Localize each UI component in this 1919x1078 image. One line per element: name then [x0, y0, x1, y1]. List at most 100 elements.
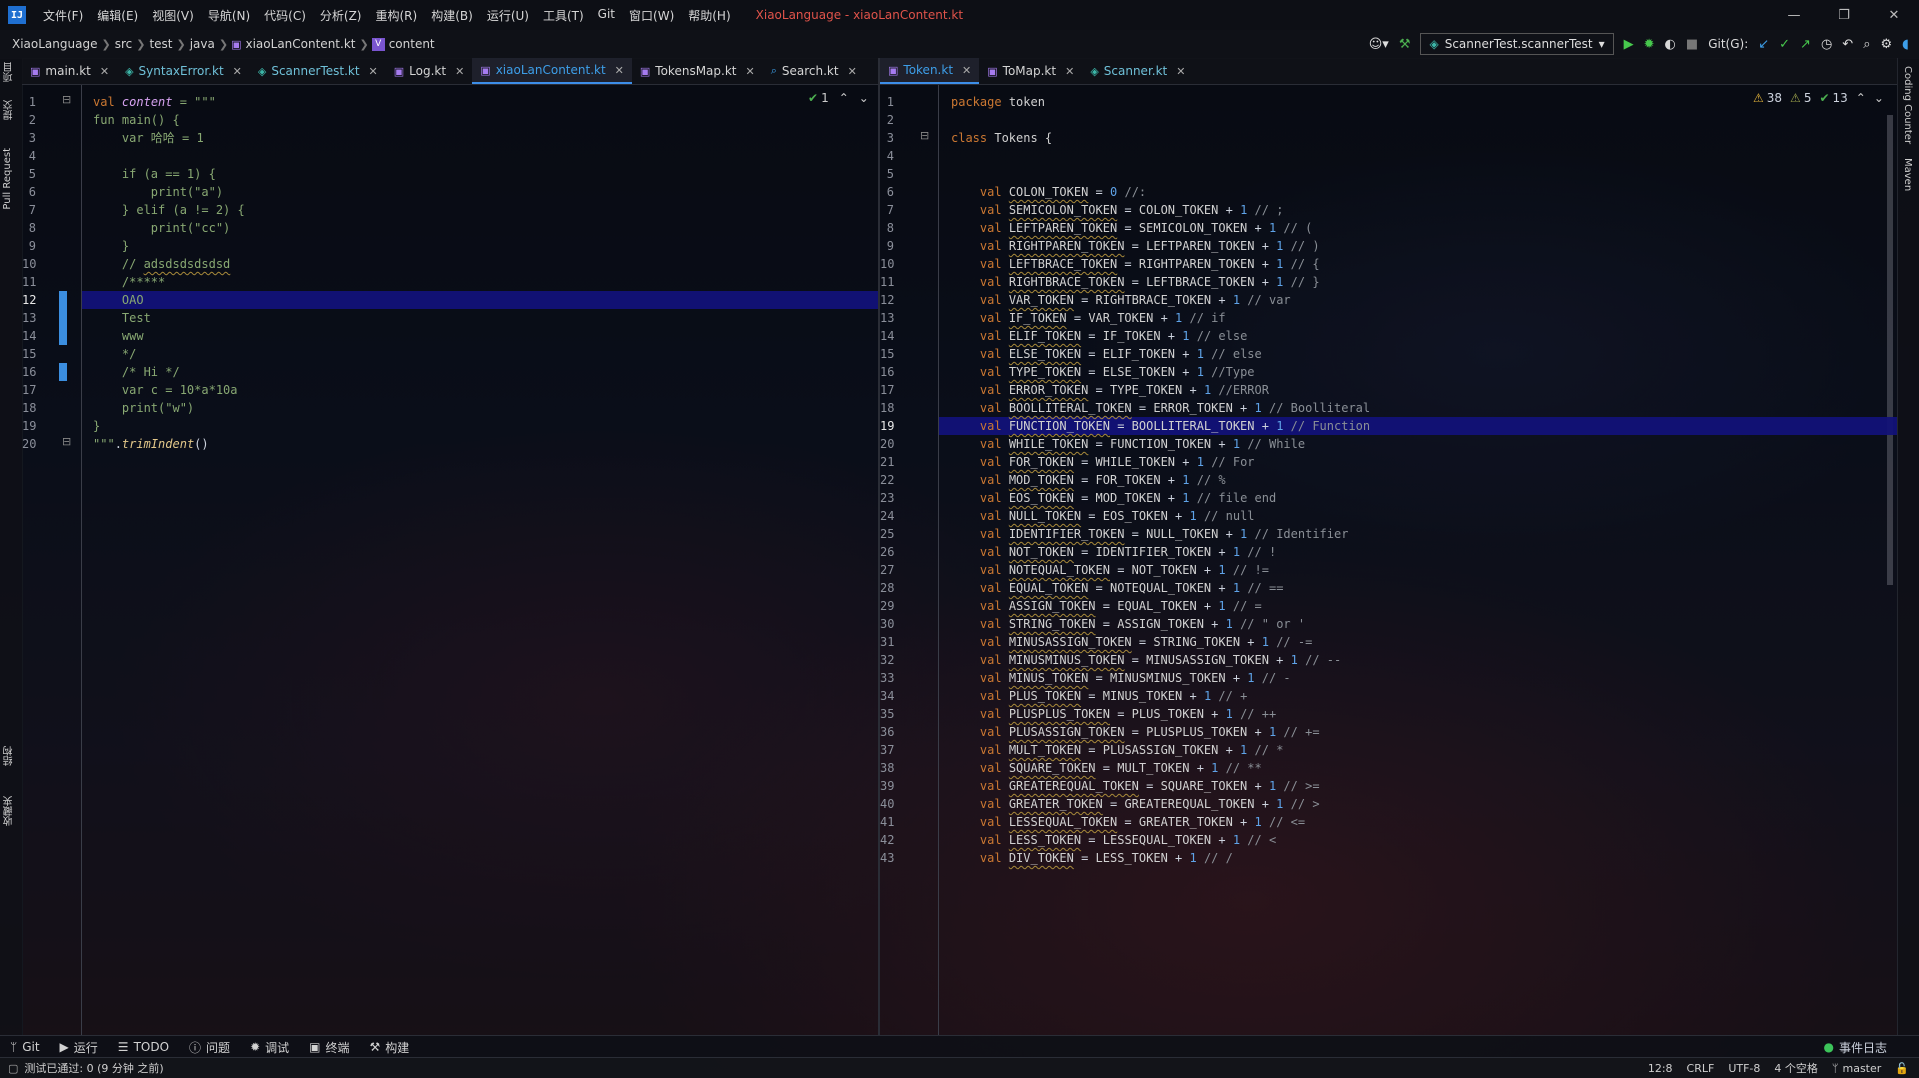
caret-position[interactable]: 12:8	[1648, 1062, 1673, 1075]
git-commit-icon[interactable]: ✓	[1779, 37, 1790, 52]
next-highlight-icon[interactable]: ⌄	[1874, 91, 1884, 105]
tool-window-button[interactable]: ᛘ Git	[0, 1039, 50, 1056]
menu-item[interactable]: 窗口(W)	[622, 7, 681, 24]
menu-item[interactable]: Git	[591, 7, 622, 24]
code-line[interactable]: print("cc")	[93, 219, 230, 237]
menu-item[interactable]: 编辑(E)	[90, 7, 145, 24]
code-line[interactable]: val EOS_TOKEN = MOD_TOKEN + 1 // file en…	[951, 489, 1276, 507]
coverage-icon[interactable]: ◐	[1665, 37, 1676, 52]
code-line[interactable]: val PLUS_TOKEN = MINUS_TOKEN + 1 // +	[951, 687, 1247, 705]
restore-icon[interactable]: ❐	[1819, 0, 1869, 30]
editor-tab[interactable]: ⌕ Search.kt ✕	[763, 58, 865, 84]
tool-favorites[interactable]: 收藏夹	[2, 796, 17, 826]
settings-icon[interactable]: ⚙	[1880, 37, 1892, 52]
tool-window-button[interactable]: ⚒ 构建	[360, 1039, 420, 1056]
close-tab-icon[interactable]: ✕	[100, 65, 109, 78]
tool-window-button[interactable]: ⓘ 问题	[179, 1039, 240, 1056]
code-line[interactable]: val MOD_TOKEN = FOR_TOKEN + 1 // %	[951, 471, 1226, 489]
tool-window-button[interactable]: ▶ 运行	[50, 1039, 108, 1056]
next-highlight-icon[interactable]: ⌄	[859, 91, 869, 105]
code-line[interactable]: """.trimIndent()	[93, 435, 209, 453]
vcs-change-marker[interactable]	[59, 291, 67, 345]
account-icon[interactable]: ☺▾	[1369, 37, 1389, 52]
editor-tab[interactable]: ▣ TokensMap.kt ✕	[632, 58, 763, 84]
code-line[interactable]: val SEMICOLON_TOKEN = COLON_TOKEN + 1 //…	[951, 201, 1284, 219]
code-line[interactable]: val MINUS_TOKEN = MINUSMINUS_TOKEN + 1 /…	[951, 669, 1291, 687]
close-tab-icon[interactable]: ✕	[455, 65, 464, 78]
code-line[interactable]: val VAR_TOKEN = RIGHTBRACE_TOKEN + 1 // …	[951, 291, 1291, 309]
fold-icon[interactable]: ⊟	[920, 129, 929, 142]
code-line[interactable]: val DIV_TOKEN = LESS_TOKEN + 1 // /	[951, 849, 1233, 867]
minimize-icon[interactable]: —	[1769, 0, 1819, 30]
run-icon[interactable]: ▶	[1624, 37, 1634, 52]
editor-tab[interactable]: ▣ ToMap.kt ✕	[979, 58, 1082, 84]
code-line[interactable]: print("w")	[93, 399, 194, 417]
editor-tab[interactable]: ▣ main.kt ✕	[22, 58, 117, 84]
code-line[interactable]: val LESSEQUAL_TOKEN = GREATER_TOKEN + 1 …	[951, 813, 1305, 831]
code-line[interactable]: val NOTEQUAL_TOKEN = NOT_TOKEN + 1 // !=	[951, 561, 1269, 579]
breadcrumb-test[interactable]: test	[145, 37, 176, 51]
fold-icon[interactable]: ⊟	[62, 93, 71, 106]
code-line[interactable]: /*****	[93, 273, 165, 291]
code-line[interactable]: val FOR_TOKEN = WHILE_TOKEN + 1 // For	[951, 453, 1255, 471]
code-line[interactable]: val MINUSMINUS_TOKEN = MINUSASSIGN_TOKEN…	[951, 651, 1341, 669]
git-branch-widget[interactable]: ᛘ master	[1832, 1062, 1881, 1075]
code-line[interactable]: val NULL_TOKEN = EOS_TOKEN + 1 // null	[951, 507, 1255, 525]
breadcrumb-src[interactable]: src	[111, 37, 137, 51]
editor-tab[interactable]: ▣ Log.kt ✕	[386, 58, 473, 84]
file-encoding[interactable]: UTF-8	[1728, 1062, 1760, 1075]
git-update-icon[interactable]: ↙	[1758, 37, 1769, 52]
weak-warning-badge[interactable]: ⚠ 5	[1790, 91, 1811, 105]
code-line[interactable]: print("a")	[93, 183, 223, 201]
status-panel-icon[interactable]: ▢	[8, 1062, 18, 1075]
right-code-editor[interactable]: ⚠ 38 ⚠ 5 ✔ 13 ⌃ ⌄ 1 package token 2 3 class Tok…	[880, 85, 1897, 1035]
line-separator[interactable]: CRLF	[1687, 1062, 1715, 1075]
editor-tab[interactable]: ▣ Token.kt ✕	[880, 58, 980, 84]
code-line[interactable]: val ELSE_TOKEN = ELIF_TOKEN + 1 // else	[951, 345, 1262, 363]
breadcrumb-symbol[interactable]: content	[385, 37, 439, 51]
code-line[interactable]: val RIGHTPAREN_TOKEN = LEFTPAREN_TOKEN +…	[951, 237, 1320, 255]
menu-item[interactable]: 导航(N)	[201, 7, 257, 24]
search-icon[interactable]: ⌕	[1863, 37, 1870, 52]
code-line[interactable]: } elif (a != 2) {	[93, 201, 245, 219]
menu-item[interactable]: 文件(F)	[36, 7, 90, 24]
code-line[interactable]: val BOOLLITERAL_TOKEN = ERROR_TOKEN + 1 …	[951, 399, 1370, 417]
menu-item[interactable]: 分析(Z)	[313, 7, 369, 24]
git-push-icon[interactable]: ↗	[1800, 37, 1811, 52]
code-line[interactable]: */	[93, 345, 136, 363]
tool-pull-request[interactable]: Pull Request	[2, 148, 13, 210]
vcs-change-marker[interactable]	[59, 363, 67, 381]
vertical-scrollbar[interactable]	[1887, 115, 1893, 585]
code-line[interactable]: val GREATER_TOKEN = GREATEREQUAL_TOKEN +…	[951, 795, 1320, 813]
status-message[interactable]: 测试已通过: 0 (9 分钟 之前)	[24, 1060, 163, 1076]
prev-highlight-icon[interactable]: ⌃	[839, 91, 849, 105]
close-tab-icon[interactable]: ✕	[1176, 65, 1185, 78]
indent-setting[interactable]: 4 个空格	[1774, 1060, 1818, 1076]
code-line[interactable]: val STRING_TOKEN = ASSIGN_TOKEN + 1 // "…	[951, 615, 1305, 633]
code-line[interactable]: /* Hi */	[93, 363, 180, 381]
menu-item[interactable]: 重构(R)	[369, 7, 425, 24]
code-line[interactable]: val TYPE_TOKEN = ELSE_TOKEN + 1 //Type	[951, 363, 1255, 381]
editor-tab[interactable]: ◈ SyntaxError.kt ✕	[117, 58, 250, 84]
plugin-icon[interactable]: ◖	[1902, 37, 1909, 52]
menu-item[interactable]: 代码(C)	[257, 7, 313, 24]
editor-tab[interactable]: ◈ Scanner.kt ✕	[1082, 58, 1193, 84]
code-line[interactable]: fun main() {	[93, 111, 180, 129]
code-line[interactable]: val PLUSPLUS_TOKEN = PLUS_TOKEN + 1 // +…	[951, 705, 1276, 723]
code-line[interactable]: val LESS_TOKEN = LESSEQUAL_TOKEN + 1 // …	[951, 831, 1276, 849]
code-line[interactable]: }	[93, 237, 129, 255]
close-tab-icon[interactable]: ✕	[962, 64, 971, 77]
breadcrumb-file[interactable]: xiaoLanContent.kt	[242, 37, 360, 51]
code-line[interactable]: var c = 10*a*10a	[93, 381, 238, 399]
inspection-ok-badge[interactable]: ✔ 1	[808, 91, 829, 105]
code-line[interactable]: val MULT_TOKEN = PLUSASSIGN_TOKEN + 1 //…	[951, 741, 1284, 759]
breadcrumb-java[interactable]: java	[186, 37, 219, 51]
code-line[interactable]: val ELIF_TOKEN = IF_TOKEN + 1 // else	[951, 327, 1247, 345]
code-line[interactable]: val LEFTBRACE_TOKEN = RIGHTPAREN_TOKEN +…	[951, 255, 1320, 273]
code-line[interactable]: val SQUARE_TOKEN = MULT_TOKEN + 1 // **	[951, 759, 1262, 777]
tool-coding-counter[interactable]: Coding Counter	[1902, 66, 1913, 144]
warning-badge[interactable]: ⚠ 38	[1753, 91, 1782, 105]
code-line[interactable]: val content = """	[93, 93, 216, 111]
editor-tab[interactable]: ◈ ScannerTest.kt ✕	[250, 58, 386, 84]
code-line[interactable]: val EQUAL_TOKEN = NOTEQUAL_TOKEN + 1 // …	[951, 579, 1284, 597]
